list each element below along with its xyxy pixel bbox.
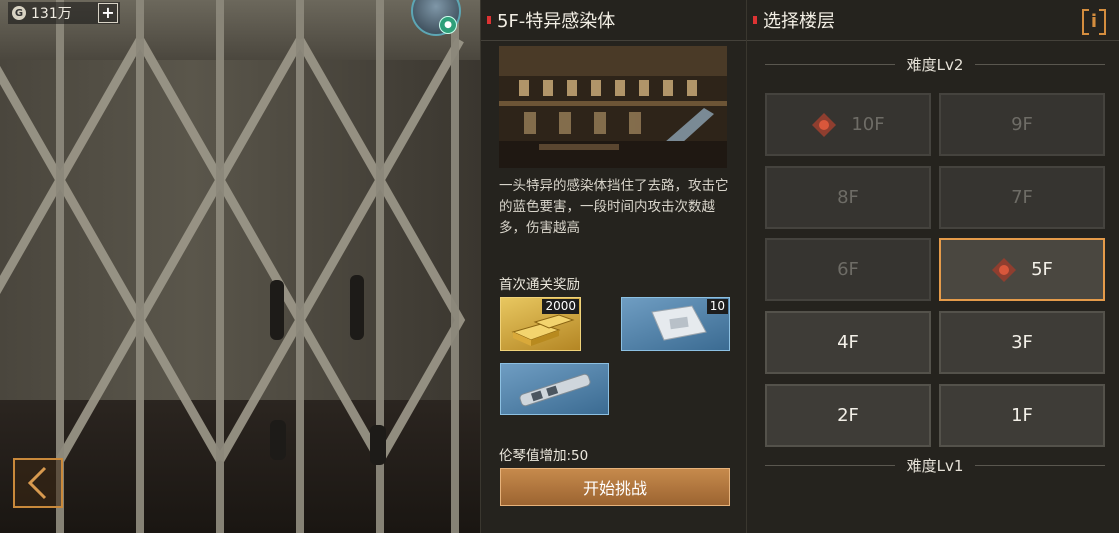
floor-label: 8F (837, 187, 859, 208)
floor-select-panel: 选择楼层 i 难度Lv2 10F 9F 8F 7F 6F 5F 4F 3F 2F (746, 0, 1119, 533)
floor-label: 2F (837, 405, 859, 426)
stage-description: 一头特异的感染体挡住了去路，攻击它的蓝色要害，一段时间内攻击次数越多，伤害越高 (499, 178, 729, 236)
floor-button-5f[interactable]: 5F (939, 238, 1105, 301)
floor-header: 选择楼层 (747, 0, 1119, 41)
reward-count: 2000 (542, 299, 579, 314)
floor-button-4f[interactable]: 4F (765, 311, 931, 374)
difficulty-divider-lv2: 难度Lv2 (765, 54, 1105, 75)
floor-button-9f[interactable]: 9F (939, 93, 1105, 156)
floor-button-3f[interactable]: 3F (939, 311, 1105, 374)
difficulty-divider-lv1: 难度Lv1 (765, 455, 1105, 476)
floor-label: 6F (837, 259, 859, 280)
floor-button-8f[interactable]: 8F (765, 166, 931, 229)
weapon-part-icon (519, 373, 591, 407)
floor-button-10f[interactable]: 10F (765, 93, 931, 156)
start-challenge-button[interactable]: 开始挑战 (500, 468, 730, 506)
background-scene (0, 0, 480, 533)
reward-weapon-part[interactable] (500, 363, 609, 415)
header-marker (487, 16, 491, 24)
stage-header: 5F-特异感染体 (481, 0, 746, 41)
floor-button-2f[interactable]: 2F (765, 384, 931, 447)
floor-button-7f[interactable]: 7F (939, 166, 1105, 229)
stage-title: 5F-特异感染体 (497, 11, 616, 32)
header-marker (753, 16, 757, 24)
floor-label: 4F (837, 332, 859, 353)
stage-info-panel: 5F-特异感染体 一头特异的感染体挡住了去路，攻击它的蓝色要害，一段时间内攻击次… (480, 0, 746, 533)
floor-label: 9F (1011, 114, 1033, 135)
boss-marker-icon (812, 112, 837, 137)
player-avatar[interactable]: ● (409, 0, 461, 36)
currency-icon: G (12, 6, 26, 20)
difficulty-label: 难度Lv1 (906, 457, 964, 475)
reward-count: 10 (706, 299, 728, 314)
lattice-gate-image (0, 0, 466, 533)
roentgen-bonus: 伦琴值增加:50 (499, 448, 589, 464)
reward-gold-bars[interactable]: 2000 (500, 297, 581, 351)
reward-supply-pack[interactable]: 10 (621, 297, 730, 351)
chevron-left-icon (27, 466, 47, 500)
boss-marker-icon (992, 257, 1017, 282)
difficulty-label: 难度Lv2 (906, 56, 964, 74)
status-badge-icon: ● (439, 16, 457, 34)
currency-bar: G 131万 + (8, 2, 120, 24)
floor-label: 5F (1031, 259, 1053, 280)
floor-label: 10F (851, 114, 885, 135)
floor-select-title: 选择楼层 (763, 11, 835, 32)
floor-label: 3F (1011, 332, 1033, 353)
first-clear-reward-label: 首次通关奖励 (499, 277, 580, 293)
floor-label: 7F (1011, 187, 1033, 208)
info-button[interactable]: i (1082, 9, 1106, 35)
floor-label: 1F (1011, 405, 1033, 426)
floor-button-1f[interactable]: 1F (939, 384, 1105, 447)
stage-preview-image (499, 46, 727, 168)
currency-amount: 131万 (31, 6, 72, 22)
floor-button-6f[interactable]: 6F (765, 238, 931, 301)
add-currency-button[interactable]: + (98, 3, 118, 23)
back-button[interactable] (13, 458, 63, 508)
